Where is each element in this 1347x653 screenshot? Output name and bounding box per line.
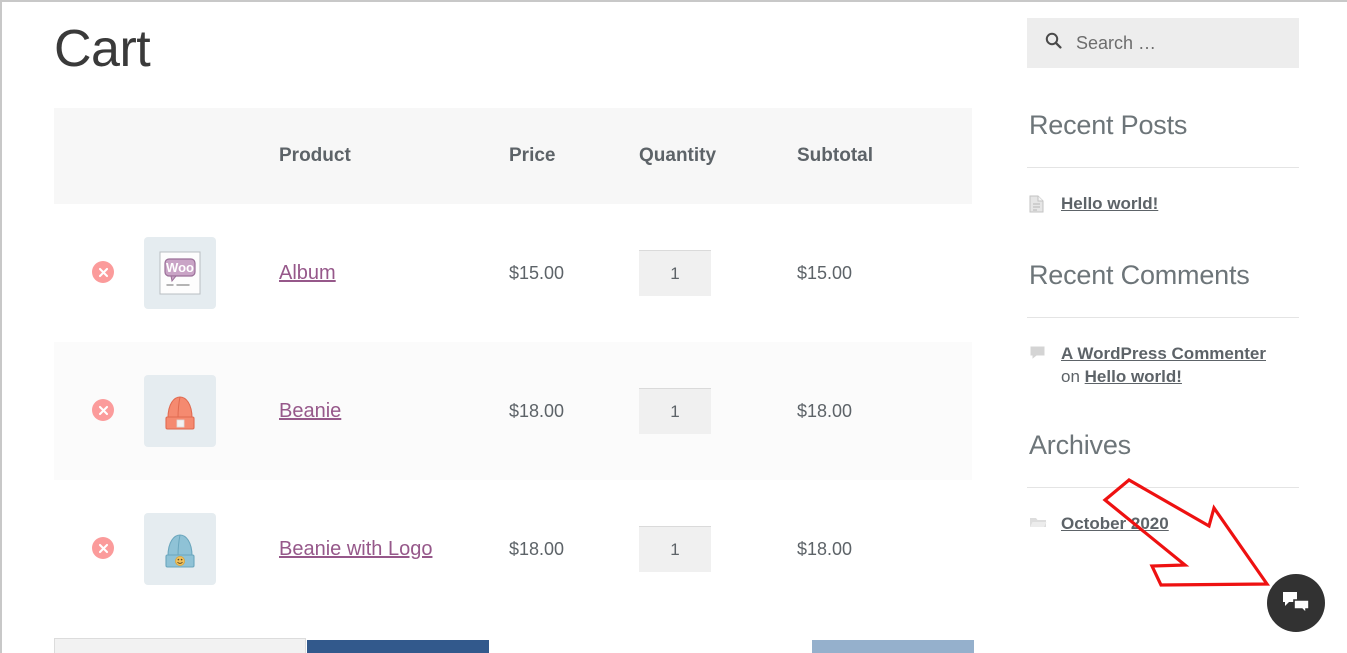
- archives-title: Archives: [1029, 430, 1299, 461]
- svg-text:Woo: Woo: [166, 260, 194, 275]
- recent-posts-title: Recent Posts: [1029, 110, 1299, 141]
- cell-quantity: [639, 480, 797, 618]
- quantity-input[interactable]: [639, 526, 711, 572]
- cell-product-name: Album: [279, 204, 509, 342]
- table-row: Beanie $18.00 $18.00: [54, 342, 972, 480]
- folder-icon: [1029, 512, 1051, 534]
- remove-item-button[interactable]: [92, 399, 114, 421]
- comment-post-link[interactable]: Hello world!: [1085, 367, 1182, 386]
- cart-table: Product Price Quantity Subtotal: [54, 108, 972, 618]
- beanie-hat-icon: [153, 384, 207, 438]
- cart-main-column: Cart Product Price Quantity Subtotal: [54, 2, 974, 653]
- product-link[interactable]: Beanie: [279, 400, 341, 422]
- apply-coupon-button[interactable]: [307, 640, 489, 653]
- cell-remove: [54, 342, 144, 480]
- remove-item-button[interactable]: [92, 537, 114, 559]
- column-header-quantity: Quantity: [639, 108, 797, 204]
- page-root: Cart Product Price Quantity Subtotal: [0, 0, 1347, 653]
- beanie-with-logo-thumbnail[interactable]: [144, 513, 216, 585]
- remove-item-button[interactable]: [92, 261, 114, 283]
- list-item: October 2020: [1029, 512, 1299, 535]
- recent-post-link[interactable]: Hello world!: [1061, 194, 1158, 213]
- list-item-body: October 2020: [1061, 512, 1169, 535]
- close-x-icon: [98, 267, 109, 278]
- cart-table-body: Woo Album $15.00 $15.00: [54, 204, 972, 618]
- beanie-with-logo-icon: [153, 522, 207, 576]
- cell-product-name: Beanie with Logo: [279, 480, 509, 618]
- cell-product-name: Beanie: [279, 342, 509, 480]
- list-item-body: A WordPress Commenter on Hello world!: [1061, 342, 1266, 388]
- cart-header-row: Product Price Quantity Subtotal: [54, 108, 972, 204]
- recent-comments-title: Recent Comments: [1029, 260, 1299, 291]
- recent-comments-widget: Recent Comments A WordPress Commenter on…: [1027, 260, 1299, 388]
- page-title: Cart: [54, 10, 974, 88]
- cell-price: $15.00: [509, 204, 639, 342]
- cell-subtotal: $15.00: [797, 204, 972, 342]
- beanie-thumbnail[interactable]: [144, 375, 216, 447]
- table-row: Beanie with Logo $18.00 $18.00: [54, 480, 972, 618]
- quantity-input[interactable]: [639, 250, 711, 296]
- column-header-price: Price: [509, 108, 639, 204]
- column-header-remove: [54, 108, 144, 204]
- column-header-thumbnail: [144, 108, 279, 204]
- close-x-icon: [98, 405, 109, 416]
- column-header-subtotal: Subtotal: [797, 108, 972, 204]
- widget-divider: [1027, 317, 1299, 318]
- widget-divider: [1027, 167, 1299, 168]
- widget-divider: [1027, 487, 1299, 488]
- archive-month-link[interactable]: October 2020: [1061, 514, 1169, 533]
- cell-price: $18.00: [509, 480, 639, 618]
- album-woo-thumbnail[interactable]: Woo: [144, 237, 216, 309]
- update-cart-button[interactable]: [812, 640, 974, 653]
- product-link[interactable]: Album: [279, 262, 336, 284]
- cell-price: $18.00: [509, 342, 639, 480]
- product-link[interactable]: Beanie with Logo: [279, 538, 432, 560]
- coupon-code-input[interactable]: [54, 638, 306, 653]
- document-icon: [1029, 192, 1051, 218]
- recent-posts-widget: Recent Posts Hello world!: [1027, 110, 1299, 218]
- search-icon: [1045, 32, 1062, 54]
- quantity-input[interactable]: [639, 388, 711, 434]
- cell-subtotal: $18.00: [797, 480, 972, 618]
- cell-quantity: [639, 204, 797, 342]
- chat-bubbles-icon: [1281, 590, 1311, 616]
- cell-thumbnail: [144, 480, 279, 618]
- cell-remove: [54, 480, 144, 618]
- cell-subtotal: $18.00: [797, 342, 972, 480]
- search-input[interactable]: [1074, 32, 1310, 55]
- cell-thumbnail: Woo: [144, 204, 279, 342]
- list-item-body: Hello world!: [1061, 192, 1158, 215]
- comment-connector-text: on: [1061, 367, 1080, 386]
- cell-quantity: [639, 342, 797, 480]
- cell-remove: [54, 204, 144, 342]
- comment-author-link[interactable]: A WordPress Commenter: [1061, 344, 1266, 363]
- list-item: Hello world!: [1029, 192, 1299, 218]
- search-widget[interactable]: [1027, 18, 1299, 68]
- comment-bubble-icon: [1029, 342, 1051, 365]
- archives-widget: Archives October 2020: [1027, 430, 1299, 535]
- table-row: Woo Album $15.00 $15.00: [54, 204, 972, 342]
- album-cover-icon: Woo: [153, 246, 207, 300]
- list-item: A WordPress Commenter on Hello world!: [1029, 342, 1299, 388]
- sidebar: Recent Posts Hello world! Recent Comment…: [1027, 2, 1299, 653]
- cart-actions-strip: [54, 638, 974, 653]
- close-x-icon: [98, 543, 109, 554]
- cell-thumbnail: [144, 342, 279, 480]
- column-header-product: Product: [279, 108, 509, 204]
- cart-table-header: Product Price Quantity Subtotal: [54, 108, 972, 204]
- chat-widget-button[interactable]: [1267, 574, 1325, 632]
